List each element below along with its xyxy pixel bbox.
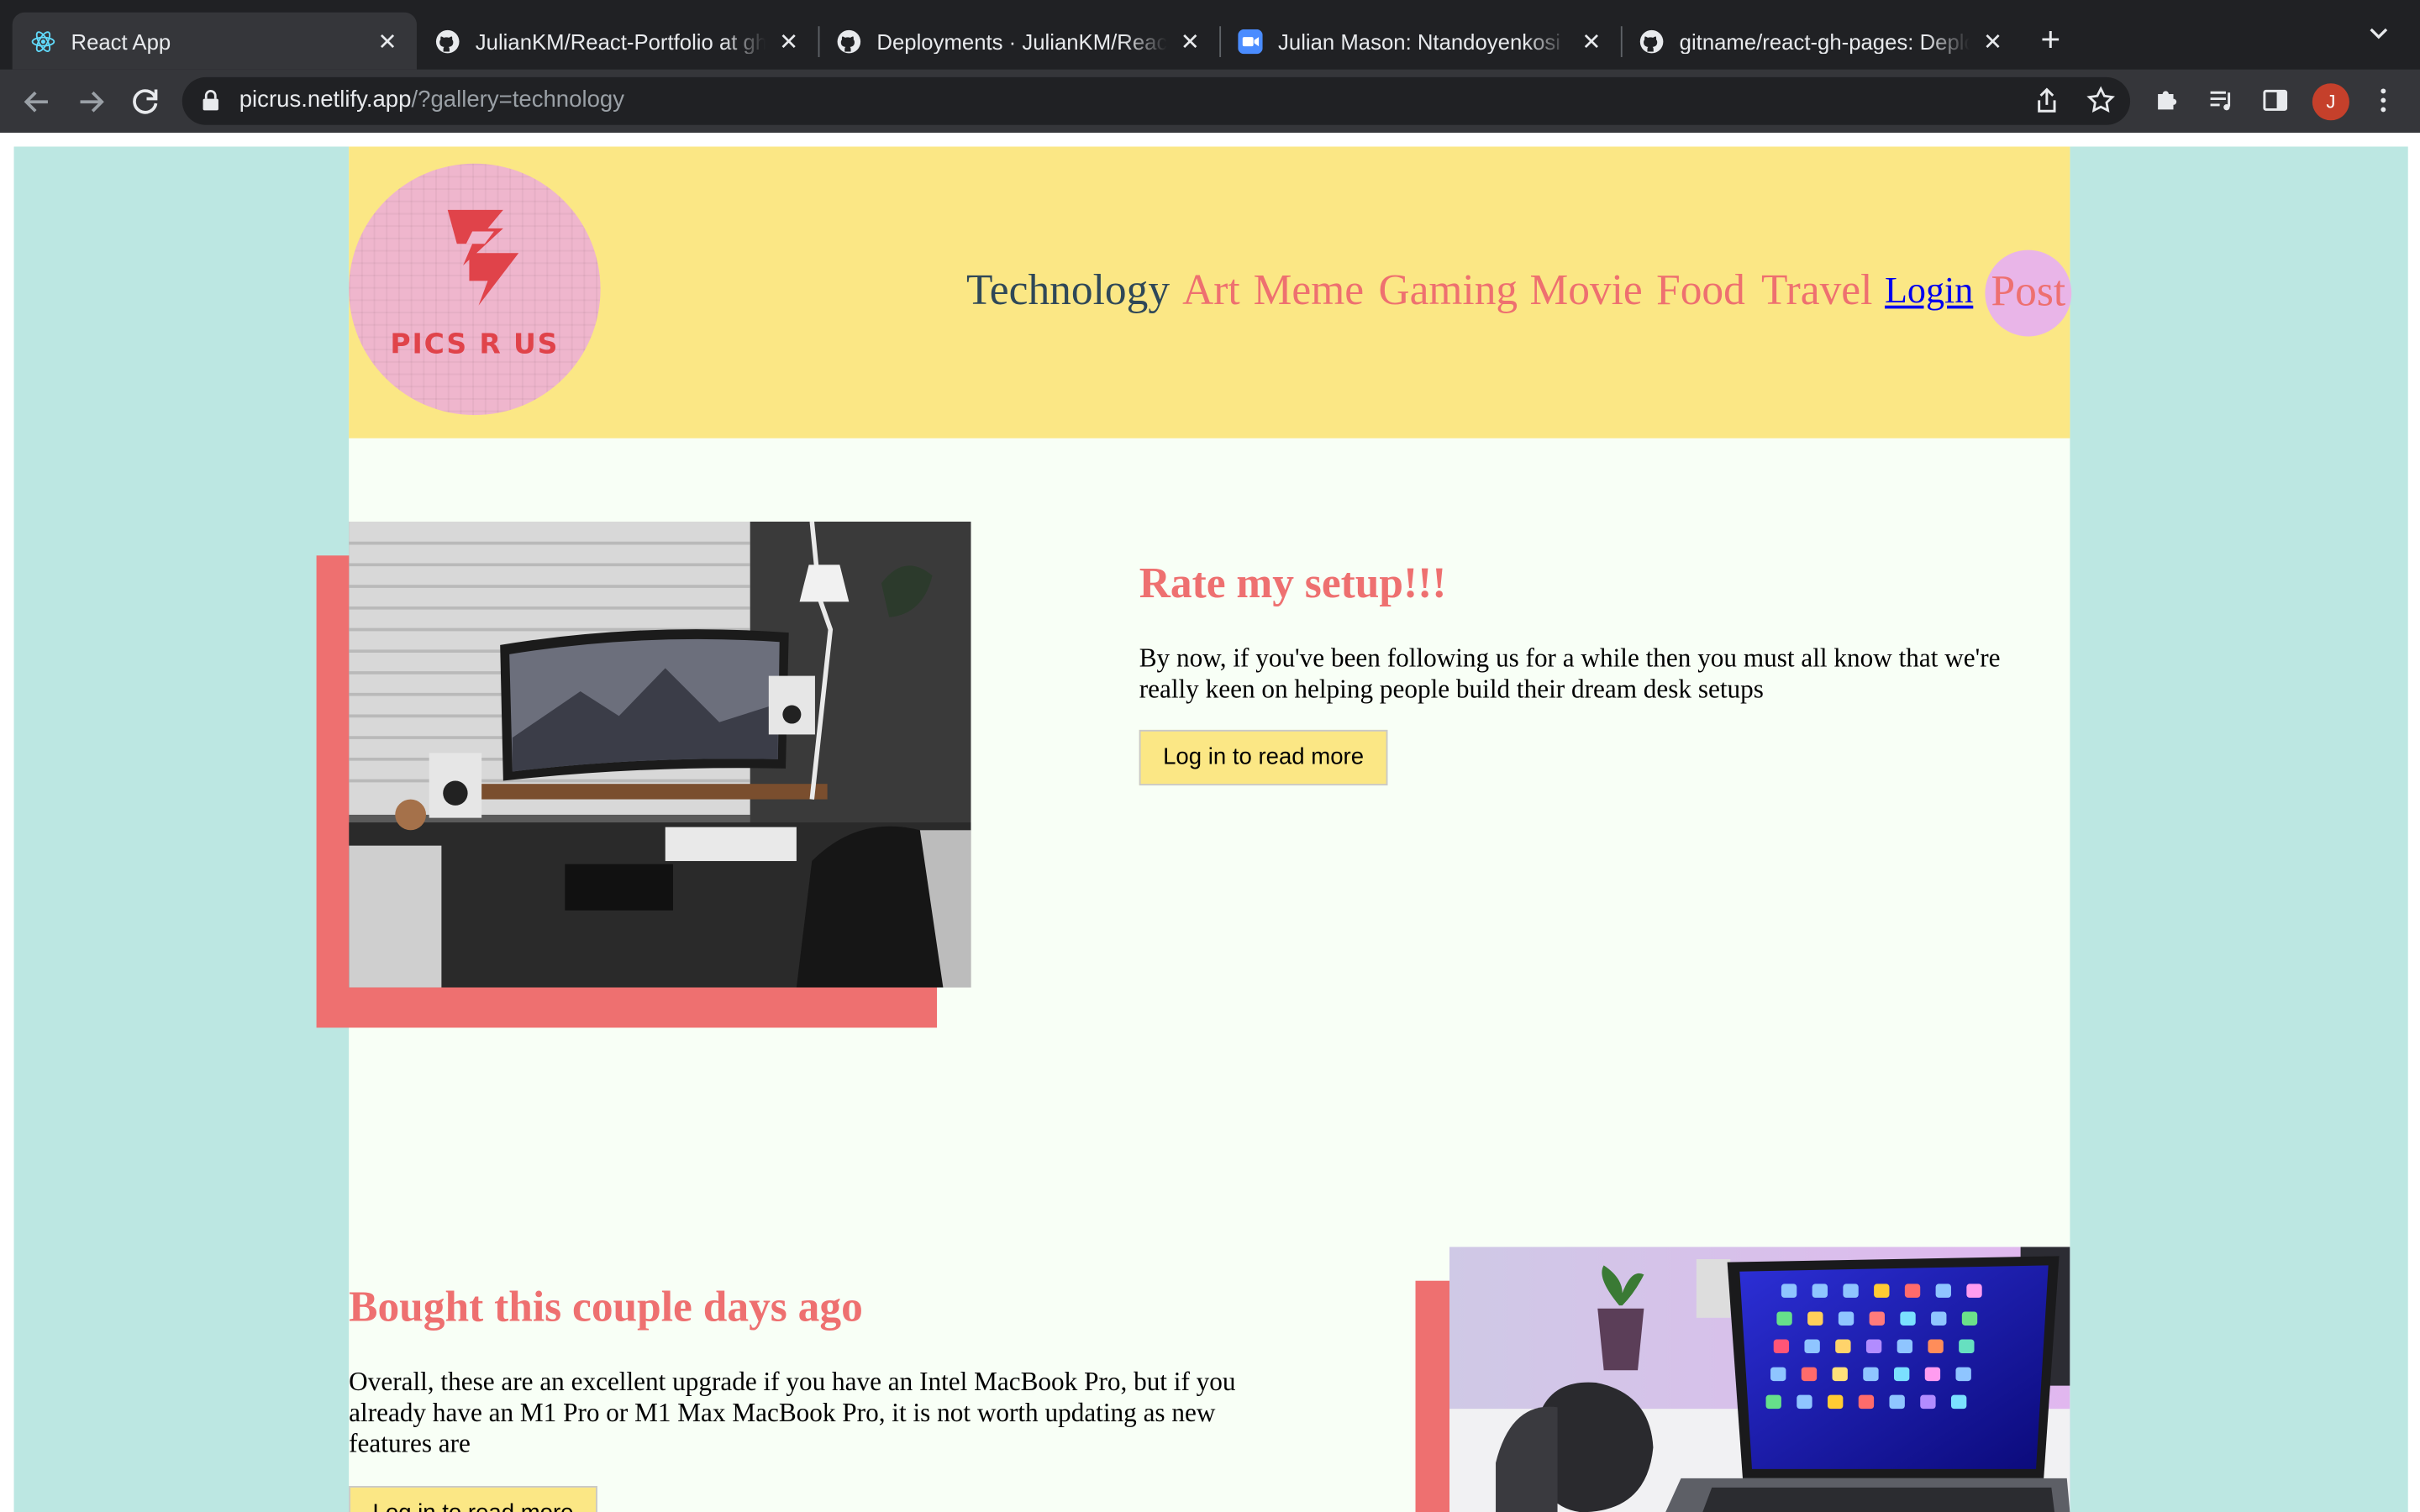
tab-close-icon[interactable]: ✕ [374, 27, 402, 55]
read-more-button[interactable]: Log in to read more [1139, 729, 1388, 786]
url-host: picrus.netlify.app [239, 86, 412, 113]
nav-meme[interactable]: Meme [1254, 267, 1364, 317]
desk-setup-image [349, 521, 971, 988]
tab-title: React App [71, 28, 171, 54]
side-panel-icon[interactable] [2260, 85, 2291, 116]
lightning-logo-icon [447, 209, 519, 306]
media-queue-icon[interactable] [2206, 85, 2237, 116]
post-body: By now, if you've been following us for … [1139, 643, 2001, 704]
post-button[interactable]: Post [1985, 249, 2072, 337]
more-menu-icon[interactable] [2368, 85, 2399, 116]
post-title: Bought this couple days ago [349, 1284, 863, 1332]
nav-food[interactable]: Food [1656, 267, 1745, 317]
reload-icon[interactable] [127, 83, 164, 120]
chevron-down-icon[interactable] [2368, 26, 2390, 41]
tab-close-icon[interactable]: ✕ [1577, 27, 1605, 55]
desk-setup-photo [349, 521, 971, 988]
nav-login-link[interactable]: Login [1885, 271, 1973, 313]
tab-title: JulianKM/React-Portfolio at gh [475, 28, 766, 54]
nav-art[interactable]: Art [1182, 267, 1240, 317]
forward-arrow-icon[interactable] [72, 83, 109, 120]
nav-gaming[interactable]: Gaming [1378, 267, 1518, 317]
url-text[interactable]: picrus.netlify.app/?gallery=technology [239, 87, 624, 113]
tab-zoom-meeting[interactable]: Julian Mason: Ntandoyenkosi M ✕ [1219, 13, 1621, 70]
url-path: /?gallery=technology [411, 86, 625, 113]
tab-deployments[interactable]: Deployments · JulianKM/React ✕ [818, 13, 1220, 70]
tab-title: gitname/react-gh-pages: Deplo [1679, 28, 1970, 54]
extensions-puzzle-icon[interactable] [2152, 85, 2183, 116]
page-viewport: PICS R US Technology Art Meme Gaming Mov… [13, 146, 2408, 1512]
react-icon [31, 30, 55, 52]
post-title: Rate my setup!!! [1139, 559, 1447, 608]
zoom-icon [1238, 28, 1263, 54]
tab-close-icon[interactable]: ✕ [775, 27, 802, 55]
new-tab-button[interactable]: + [2041, 21, 2061, 59]
back-arrow-icon[interactable] [18, 83, 55, 120]
tab-close-icon[interactable]: ✕ [1979, 27, 2007, 55]
macbook-photo [1449, 1247, 2070, 1512]
tab-title: Julian Mason: Ntandoyenkosi M [1278, 28, 1569, 54]
github-icon [1639, 29, 1664, 53]
tab-close-icon[interactable]: ✕ [1176, 27, 1204, 55]
nav-technology[interactable]: Technology [966, 267, 1170, 317]
share-icon[interactable] [2031, 85, 2062, 116]
read-more-button[interactable]: Log in to read more [349, 1486, 597, 1512]
nav-travel[interactable]: Travel [1761, 267, 1872, 317]
tab-react-app[interactable]: React App ✕ [12, 12, 417, 70]
macbook-image [1449, 1247, 2070, 1512]
logo-text: PICS R US [390, 328, 560, 361]
github-icon [435, 29, 460, 53]
post-body: Overall, these are an excellent upgrade … [349, 1367, 1236, 1458]
site-logo[interactable]: PICS R US [349, 163, 601, 416]
bookmark-star-icon[interactable] [2086, 85, 2117, 116]
tab-react-portfolio[interactable]: JulianKM/React-Portfolio at gh ✕ [417, 13, 818, 70]
lock-icon[interactable] [203, 90, 219, 112]
profile-avatar[interactable]: J [2312, 83, 2349, 121]
tab-gh-pages[interactable]: gitname/react-gh-pages: Deplo ✕ [1621, 13, 2023, 70]
github-icon [837, 29, 861, 53]
nav-movie[interactable]: Movie [1529, 267, 1642, 317]
tab-title: Deployments · JulianKM/React [876, 28, 1167, 54]
